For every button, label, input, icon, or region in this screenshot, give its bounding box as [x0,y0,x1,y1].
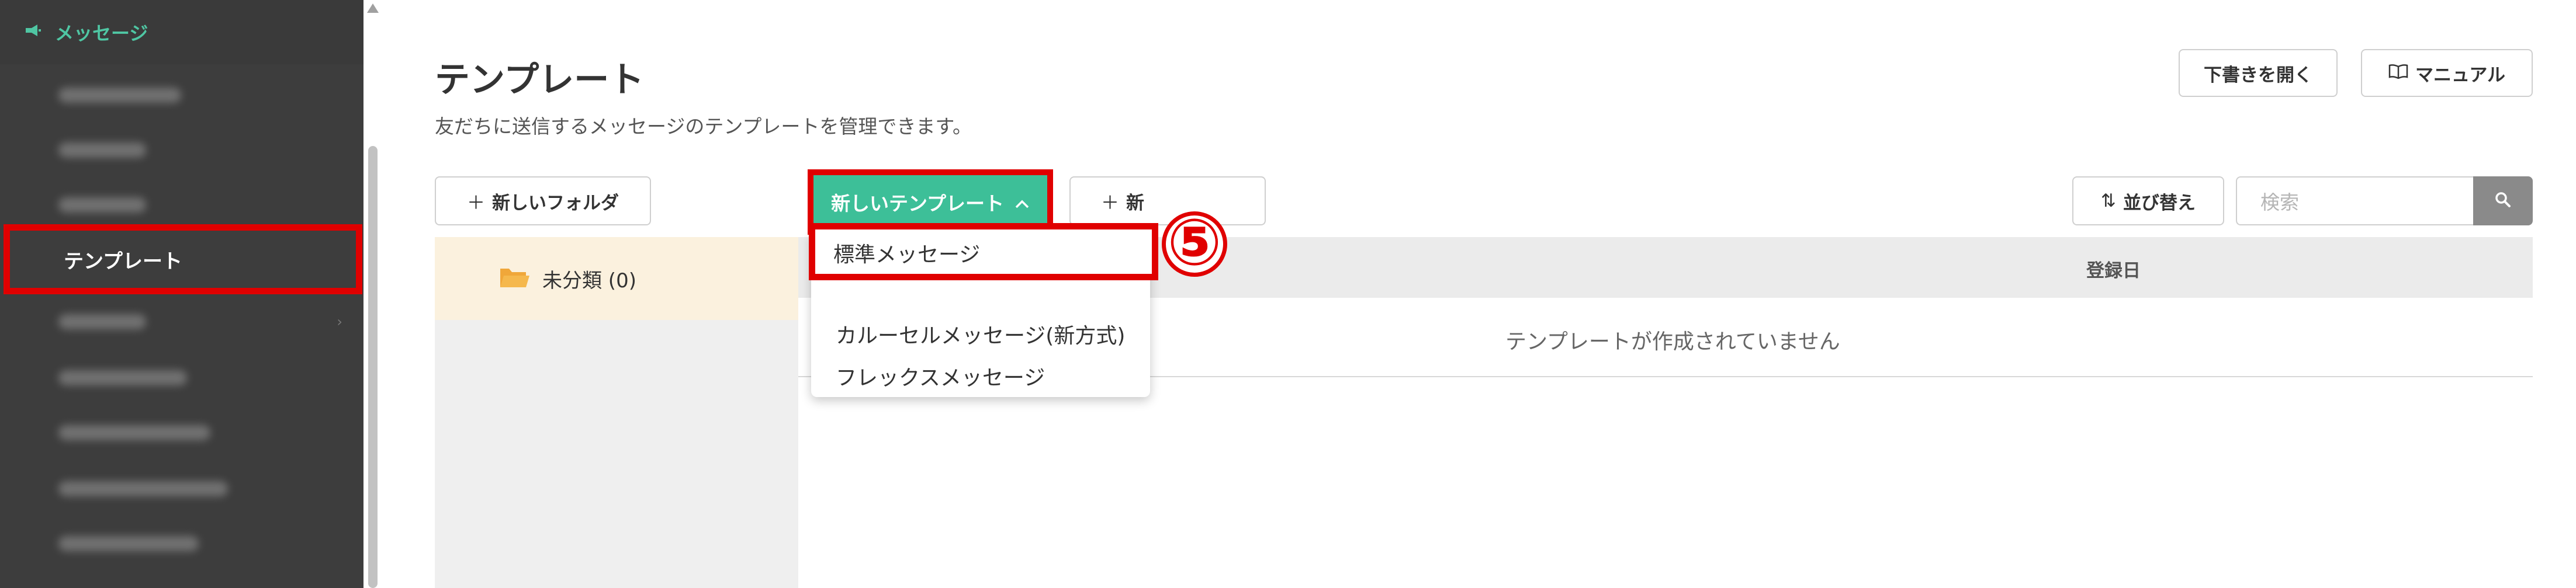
plus-icon: ＋ [1101,192,1119,214]
folder-item[interactable]: 未分類 (0) [435,237,798,320]
scrollbar-thumb[interactable] [368,146,378,588]
chevron-up-icon [1015,191,1030,214]
open-drafts-button[interactable]: 下書きを開く [2179,49,2338,97]
sort-button[interactable]: ⇅ 並び替え [2072,176,2224,225]
blurred-label [58,481,228,496]
step-number: ⑤ [1167,205,1222,280]
sidebar-item-blurred[interactable] [0,123,363,178]
new-template-label: 新しいテンプレート [830,192,1004,215]
secondary-new-label: 新 [1126,192,1144,214]
search-icon [2494,191,2512,211]
folder-name: 未分類 (0) [542,269,636,293]
sidebar-item-blurred[interactable] [0,68,363,123]
new-folder-label: 新しいフォルダ [492,192,619,214]
step-number-badge: ⑤ [1162,205,1227,280]
scroll-up-arrow-icon[interactable] [367,4,379,13]
menu-item-flex-message[interactable]: フレックスメッセージ [836,361,1045,391]
sidebar-item-blurred[interactable] [0,350,363,405]
folder-open-icon [499,265,531,292]
new-folder-button[interactable]: ＋ 新しいフォルダ [435,176,651,225]
blurred-label [58,370,187,385]
open-drafts-label: 下書きを開く [2204,64,2312,86]
search-button[interactable] [2473,176,2533,225]
page-title: テンプレート [435,60,645,100]
book-icon [2388,62,2408,83]
sidebar-item-blurred[interactable] [0,461,363,516]
blurred-label [58,197,146,213]
blurred-label [58,88,181,103]
sidebar: メッセージ テンプレート › [0,0,363,588]
menu-item-label: 標準メッセージ [833,243,981,267]
blurred-label [58,142,146,158]
sidebar-section-label: メッセージ [55,22,148,44]
sidebar-item-templates[interactable]: テンプレート [4,224,362,294]
search-placeholder: 検索 [2260,191,2299,214]
empty-state-message: テンプレートが作成されていません [1505,330,1840,354]
page-subtitle: 友だちに送信するメッセージのテンプレートを管理できます。 [435,115,972,138]
blurred-label [58,425,210,440]
sidebar-item-label: テンプレート [64,249,182,273]
sidebar-section-messages[interactable]: メッセージ [0,0,363,64]
sidebar-item-blurred[interactable]: › [0,294,363,349]
blurred-label [58,314,146,329]
sort-arrows-icon: ⇅ [2101,190,2116,211]
megaphone-icon [25,23,42,42]
menu-item-standard-message[interactable]: 標準メッセージ [809,223,1158,280]
manual-button[interactable]: マニュアル [2361,49,2533,97]
manual-label: マニュアル [2415,64,2506,86]
plus-icon: ＋ [467,192,485,214]
sidebar-item-blurred[interactable] [0,405,363,460]
column-header-date[interactable]: 登録日 [2086,256,2141,282]
search-input[interactable]: 検索 [2236,176,2473,225]
chevron-right-icon: › [337,314,342,330]
menu-item-carousel-message[interactable]: カルーセルメッセージ(新方式) [836,319,1125,349]
sort-label: 並び替え [2123,192,2196,214]
sidebar-item-blurred[interactable] [0,516,363,571]
blurred-label [58,536,199,551]
